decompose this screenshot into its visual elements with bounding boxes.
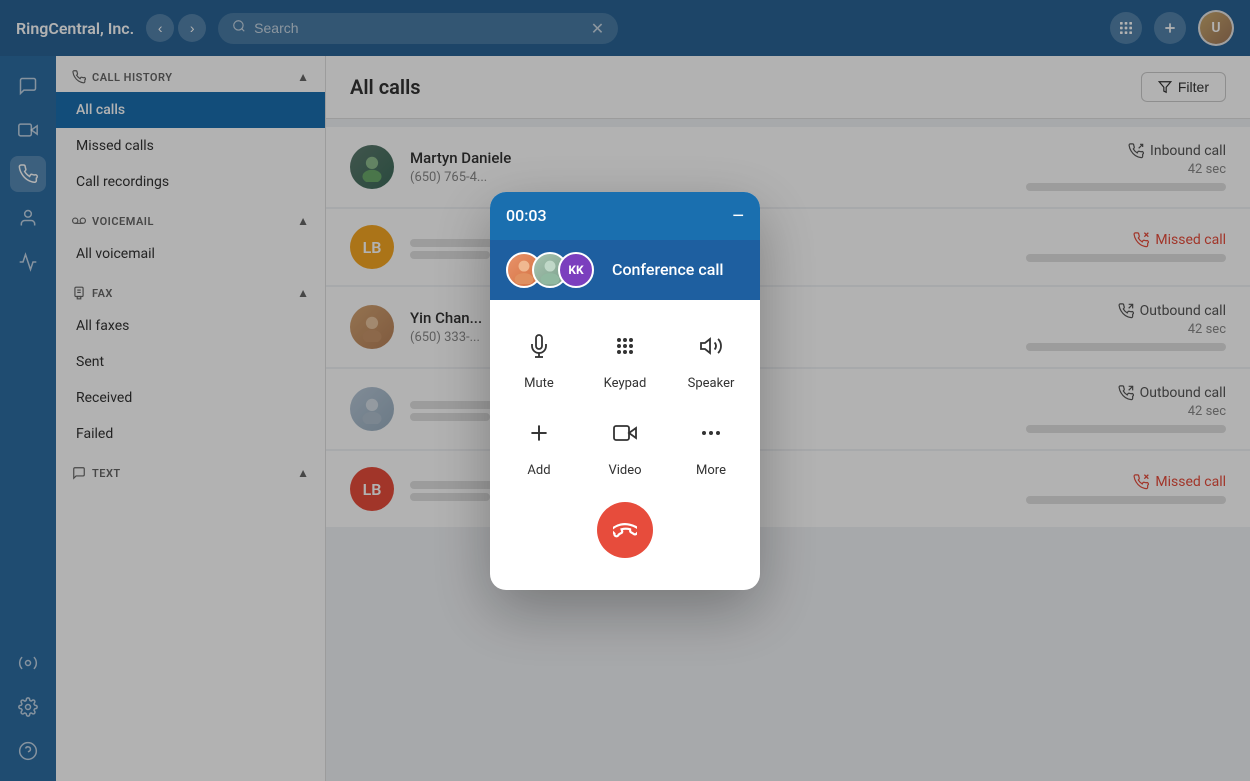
more-label: More: [696, 463, 726, 478]
video-call-icon: [603, 411, 647, 455]
end-call-section: [490, 502, 760, 574]
more-button[interactable]: More: [678, 411, 744, 478]
add-call-button[interactable]: Add: [506, 411, 572, 478]
minimize-button[interactable]: −: [732, 206, 744, 226]
speaker-icon: [689, 324, 733, 368]
mute-icon: [517, 324, 561, 368]
keypad-button[interactable]: Keypad: [592, 324, 658, 391]
keypad-icon: [603, 324, 647, 368]
speaker-button[interactable]: Speaker: [678, 324, 744, 391]
end-call-button[interactable]: [597, 502, 653, 558]
keypad-label: Keypad: [604, 376, 647, 391]
add-label: Add: [527, 463, 550, 478]
call-timer: 00:03: [506, 206, 547, 225]
mute-label: Mute: [524, 376, 554, 391]
conference-strip: KK Conference call: [490, 240, 760, 300]
call-modal-header: 00:03 −: [490, 192, 760, 240]
call-modal: 00:03 − KK Conference cal: [490, 192, 760, 590]
conference-label: Conference call: [612, 260, 723, 279]
call-controls: Mute Keypad Speaker Add: [490, 300, 760, 502]
video-button[interactable]: Video: [592, 411, 658, 478]
avatar-participant-kk: KK: [558, 252, 594, 288]
conference-avatars: KK: [506, 252, 584, 288]
mute-button[interactable]: Mute: [506, 324, 572, 391]
more-icon: [689, 411, 733, 455]
call-overlay: 00:03 − KK Conference cal: [0, 0, 1250, 781]
speaker-label: Speaker: [688, 376, 735, 391]
video-label: Video: [608, 463, 641, 478]
add-call-icon: [517, 411, 561, 455]
